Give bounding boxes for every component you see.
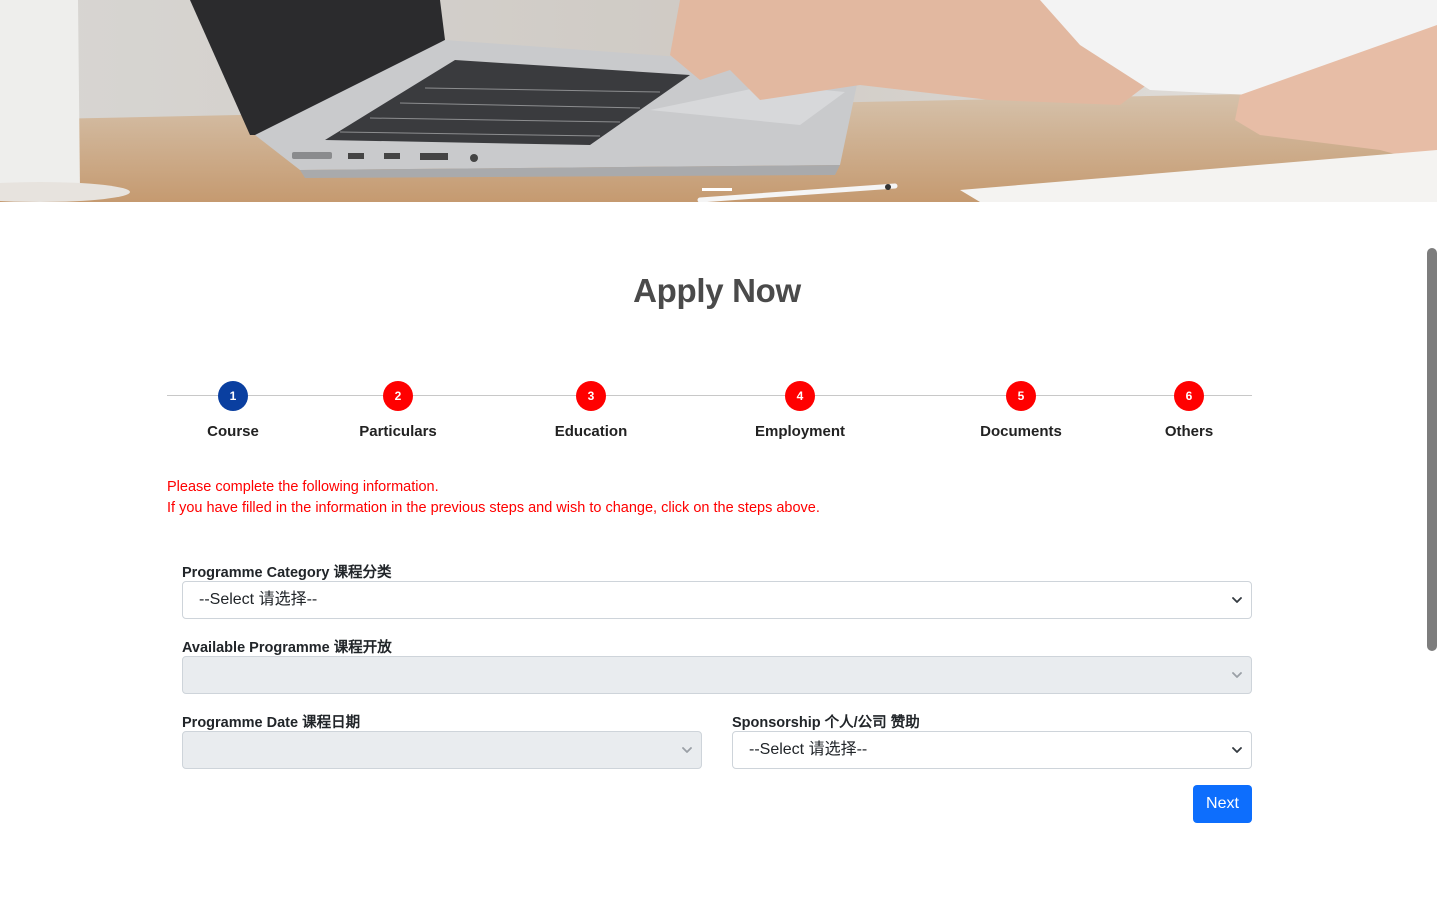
step-particulars[interactable]: 2 Particulars — [318, 381, 478, 440]
hero-banner — [0, 0, 1437, 202]
programme-date-label: Programme Date 课程日期 — [182, 715, 361, 731]
step-label: Employment — [754, 423, 845, 440]
programme-category-value: --Select 请选择-- — [199, 591, 318, 608]
page-title: Apply Now — [633, 272, 801, 309]
available-programme-select[interactable] — [182, 656, 1252, 694]
notice-line-2: If you have filled in the information in… — [167, 500, 820, 516]
step-number-badge: 6 — [1174, 381, 1204, 411]
programme-category-select[interactable]: --Select 请选择-- — [182, 581, 1252, 619]
step-number-badge: 2 — [383, 381, 413, 411]
step-course[interactable]: 1 Course — [153, 381, 313, 440]
step-label: Course — [207, 423, 259, 440]
sponsorship-label: Sponsorship 个人/公司 赞助 — [732, 715, 920, 731]
chevron-down-icon — [682, 747, 692, 753]
carousel-indicator[interactable] — [702, 188, 732, 191]
notice-line-1: Please complete the following informatio… — [167, 479, 439, 495]
step-number-badge: 5 — [1006, 381, 1036, 411]
step-number-badge: 1 — [218, 381, 248, 411]
programme-category-label: Programme Category 课程分类 — [182, 565, 392, 581]
step-label: Particulars — [359, 423, 437, 440]
chevron-down-icon — [1232, 597, 1242, 603]
hero-image — [0, 0, 1437, 202]
step-education[interactable]: 3 Education — [511, 381, 671, 440]
step-number-badge: 3 — [576, 381, 606, 411]
form-notice: Please complete the following informatio… — [167, 477, 820, 519]
step-label: Others — [1164, 423, 1214, 440]
next-button[interactable]: Next — [1193, 785, 1252, 823]
sponsorship-select[interactable]: --Select 请选择-- — [732, 731, 1252, 769]
programme-date-select[interactable] — [182, 731, 702, 769]
step-employment[interactable]: 4 Employment — [720, 381, 880, 440]
step-number-badge: 4 — [785, 381, 815, 411]
step-others[interactable]: 6 Others — [1109, 381, 1269, 440]
step-label: Documents — [980, 423, 1062, 440]
step-documents[interactable]: 5 Documents — [941, 381, 1101, 440]
available-programme-label: Available Programme 课程开放 — [182, 640, 392, 656]
step-label: Education — [554, 423, 628, 440]
chevron-down-icon — [1232, 747, 1242, 753]
chevron-down-icon — [1232, 672, 1242, 678]
sponsorship-value: --Select 请选择-- — [749, 741, 868, 758]
